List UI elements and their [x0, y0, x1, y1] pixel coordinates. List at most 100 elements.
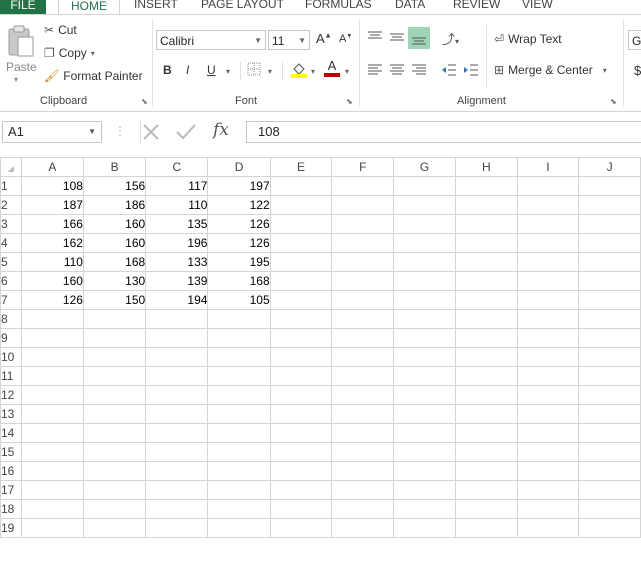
cell[interactable] — [269, 347, 333, 367]
cell[interactable]: 105 — [207, 290, 271, 310]
cell[interactable] — [578, 404, 641, 424]
tab-formulas[interactable]: FORMULAS — [305, 0, 372, 11]
shrink-font-button[interactable]: A▼ — [339, 33, 352, 45]
column-header[interactable]: D — [207, 157, 271, 177]
cell[interactable] — [393, 233, 456, 253]
cell[interactable] — [82, 423, 147, 443]
cell[interactable]: 126 — [20, 290, 84, 310]
cell[interactable] — [393, 499, 456, 519]
align-bottom-button[interactable] — [408, 27, 430, 49]
cell[interactable] — [82, 385, 147, 405]
cell[interactable] — [393, 385, 456, 405]
cancel-entry-button[interactable] — [141, 121, 161, 148]
cut-button[interactable]: ✂ Cut — [44, 23, 77, 37]
cell[interactable] — [269, 385, 333, 405]
cell[interactable] — [269, 176, 333, 196]
cell[interactable] — [331, 461, 395, 481]
cell[interactable] — [454, 195, 518, 215]
cell[interactable] — [145, 480, 209, 500]
cell[interactable] — [20, 404, 84, 424]
cell[interactable] — [516, 366, 580, 386]
align-left-button[interactable] — [367, 63, 383, 82]
cell[interactable] — [20, 347, 84, 367]
cell[interactable] — [578, 252, 641, 272]
column-header[interactable]: H — [454, 157, 518, 177]
cell[interactable] — [82, 442, 147, 462]
cell[interactable] — [269, 328, 333, 348]
cell[interactable] — [393, 404, 456, 424]
cell[interactable] — [393, 518, 456, 538]
cell[interactable] — [516, 423, 580, 443]
cell[interactable] — [516, 385, 580, 405]
column-header[interactable]: I — [516, 157, 580, 177]
cell[interactable] — [454, 442, 518, 462]
cell[interactable] — [331, 385, 395, 405]
cell[interactable] — [20, 480, 84, 500]
cell[interactable] — [145, 423, 209, 443]
cell[interactable]: 160 — [20, 271, 84, 291]
cell[interactable] — [331, 404, 395, 424]
copy-dropdown-arrow[interactable]: ▾ — [91, 49, 95, 58]
cell[interactable] — [207, 423, 271, 443]
row-header[interactable]: 12 — [0, 385, 22, 405]
cell[interactable] — [145, 309, 209, 329]
row-header[interactable]: 16 — [0, 461, 22, 481]
clipboard-dialog-launcher-icon[interactable]: ⬊ — [141, 97, 148, 106]
cell[interactable] — [82, 461, 147, 481]
cell[interactable] — [578, 442, 641, 462]
cell[interactable] — [393, 480, 456, 500]
cell[interactable]: 108 — [20, 176, 84, 196]
cell[interactable] — [331, 290, 395, 310]
cell[interactable] — [331, 518, 395, 538]
cell[interactable] — [393, 290, 456, 310]
paste-button[interactable] — [6, 25, 36, 59]
cell[interactable] — [145, 366, 209, 386]
cell[interactable] — [269, 271, 333, 291]
align-middle-button[interactable] — [389, 29, 405, 50]
font-size-combo[interactable]: 11 ▼ — [268, 30, 310, 50]
cell[interactable] — [393, 366, 456, 386]
tab-review[interactable]: REVIEW — [453, 0, 500, 11]
row-header[interactable]: 10 — [0, 347, 22, 367]
cell[interactable] — [269, 518, 333, 538]
cell[interactable] — [20, 328, 84, 348]
italic-button[interactable]: I — [186, 63, 189, 77]
cell[interactable] — [578, 214, 641, 234]
tab-home[interactable]: HOME — [58, 0, 120, 15]
cell[interactable] — [145, 404, 209, 424]
cell[interactable] — [82, 309, 147, 329]
cell[interactable] — [393, 461, 456, 481]
merge-center-button[interactable]: ⊞ Merge & Center ▾ — [494, 63, 607, 77]
cell[interactable] — [578, 499, 641, 519]
row-header[interactable]: 9 — [0, 328, 22, 348]
cell[interactable] — [578, 271, 641, 291]
cell[interactable] — [578, 366, 641, 386]
tab-data[interactable]: DATA — [395, 0, 425, 11]
cell[interactable]: 187 — [20, 195, 84, 215]
column-header[interactable]: J — [578, 157, 641, 177]
cell[interactable] — [331, 214, 395, 234]
row-header[interactable]: 6 — [0, 271, 22, 291]
cell[interactable] — [393, 347, 456, 367]
cell[interactable] — [516, 518, 580, 538]
chevron-down-icon[interactable]: ▼ — [88, 122, 96, 142]
cell[interactable] — [393, 195, 456, 215]
currency-format-button[interactable]: $ — [634, 63, 641, 78]
cell[interactable] — [269, 442, 333, 462]
cell[interactable] — [578, 309, 641, 329]
cell[interactable] — [207, 347, 271, 367]
cell[interactable] — [269, 423, 333, 443]
cell[interactable] — [82, 347, 147, 367]
row-header[interactable]: 5 — [0, 252, 22, 272]
cell[interactable] — [331, 176, 395, 196]
orientation-button[interactable]: ⤴▾ — [442, 29, 459, 48]
cell[interactable] — [269, 480, 333, 500]
cell[interactable] — [516, 499, 580, 519]
cell[interactable] — [578, 233, 641, 253]
cell[interactable] — [516, 309, 580, 329]
cell[interactable] — [516, 233, 580, 253]
row-header[interactable]: 3 — [0, 214, 22, 234]
cell[interactable] — [269, 214, 333, 234]
cell[interactable] — [207, 404, 271, 424]
cell[interactable] — [454, 347, 518, 367]
